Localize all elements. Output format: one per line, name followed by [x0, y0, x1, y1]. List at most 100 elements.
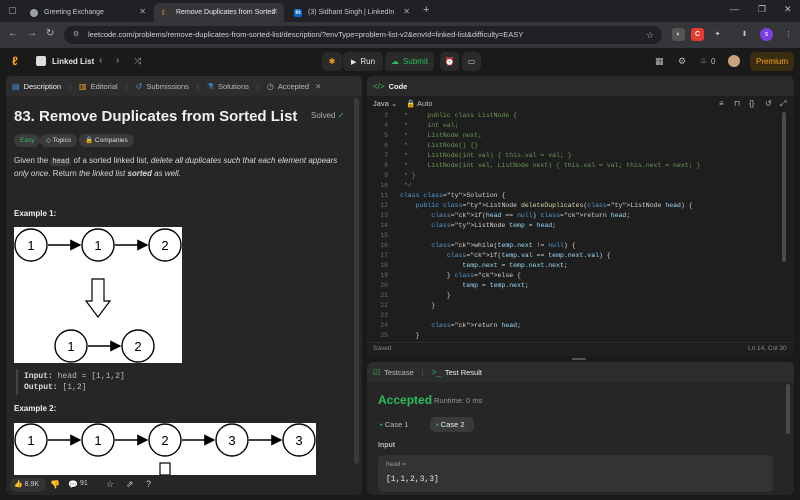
- user-avatar[interactable]: [728, 55, 740, 67]
- code-line[interactable]: 15: [370, 231, 780, 241]
- code-line[interactable]: 24 class="ck">return head;: [370, 321, 780, 331]
- tab-submissions[interactable]: ↺ Submissions: [130, 76, 195, 96]
- submit-button[interactable]: ☁ Submit: [385, 52, 434, 71]
- forward-arrow-icon[interactable]: →: [27, 28, 37, 39]
- code-line[interactable]: 3 * public class ListNode {: [370, 111, 780, 121]
- code-line[interactable]: 4 * int val;: [370, 121, 780, 131]
- solved-status: Solved ✓: [311, 111, 344, 120]
- bookmark-icon[interactable]: ⊓: [734, 99, 740, 108]
- mode-label: Auto: [417, 99, 433, 108]
- code-line[interactable]: 5 * ListNode next;: [370, 131, 780, 141]
- line-number: 20: [380, 282, 388, 289]
- extensions-puzzle-icon[interactable]: ✦: [711, 28, 724, 41]
- code-text: * ListNode() {}: [400, 142, 479, 149]
- share-icon[interactable]: ⇗: [126, 479, 134, 490]
- format-icon[interactable]: ≡: [719, 99, 724, 108]
- next-problem-icon[interactable]: ›: [116, 55, 119, 66]
- auto-mode-toggle[interactable]: 🔒 Auto: [406, 99, 432, 108]
- problem-title: 83. Remove Duplicates from Sorted List: [14, 108, 298, 125]
- maximize-button[interactable]: ❐: [758, 4, 766, 15]
- close-icon[interactable]: ✕: [271, 7, 278, 16]
- code-line[interactable]: 17 class="ck">if(temp.val == temp.next.v…: [370, 251, 780, 261]
- new-tab-button[interactable]: +: [423, 4, 429, 16]
- shuffle-icon[interactable]: ⤨: [134, 56, 141, 67]
- problem-list-title[interactable]: Linked List: [52, 57, 94, 66]
- code-line[interactable]: 25 }: [370, 331, 780, 341]
- line-number: 15: [380, 232, 388, 239]
- code-line[interactable]: 23: [370, 311, 780, 321]
- download-icon[interactable]: ⬇: [738, 28, 751, 41]
- code-line[interactable]: 11 class class="ty">Solution {: [370, 191, 780, 201]
- tab-description[interactable]: ▤ Description: [6, 76, 67, 96]
- premium-button[interactable]: Premium: [750, 52, 794, 71]
- like-button[interactable]: 👍 8.9K: [10, 478, 46, 492]
- run-button[interactable]: ▶ Run: [343, 52, 383, 71]
- tab-test-result[interactable]: >_ Test Result: [426, 362, 488, 382]
- url-input[interactable]: ⚙ leetcode.com/problems/remove-duplicate…: [64, 26, 662, 44]
- timer-button[interactable]: ⏰: [440, 52, 459, 71]
- tab-accepted[interactable]: ◷ Accepted ✕: [261, 76, 328, 96]
- code-line[interactable]: 21 }: [370, 291, 780, 301]
- notes-button[interactable]: ▭: [462, 52, 481, 71]
- difficulty-badge[interactable]: Easy: [14, 134, 41, 147]
- close-icon[interactable]: ✕: [403, 7, 410, 16]
- comments-icon[interactable]: 💬: [68, 480, 78, 489]
- code-line[interactable]: 12 public class="ty">ListNode deleteDupl…: [370, 201, 780, 211]
- help-icon[interactable]: ?: [146, 479, 151, 489]
- tab-search-icon[interactable]: ▢: [8, 5, 17, 16]
- prev-problem-icon[interactable]: ‹: [99, 55, 102, 66]
- extension-red-icon[interactable]: C: [691, 28, 704, 41]
- line-number: 6: [384, 142, 388, 149]
- back-arrow-icon[interactable]: ←: [8, 28, 18, 39]
- case-2-tab[interactable]: • Case 2: [430, 417, 474, 432]
- fullscreen-icon[interactable]: ⤢: [780, 99, 786, 109]
- result-scrollbar[interactable]: [786, 384, 790, 434]
- layout-grid-icon[interactable]: ▦: [655, 56, 664, 67]
- browser-tab-linkedin[interactable]: in (3) Sidhant Singh | LinkedIn ✕: [286, 3, 416, 22]
- code-line[interactable]: 9 * }: [370, 171, 780, 181]
- browser-tab-leetcode[interactable]: ℓ Remove Duplicates from Sorted ✕: [154, 3, 284, 22]
- site-info-icon[interactable]: ⚙: [73, 26, 79, 44]
- code-line[interactable]: 13 class="ck">if(head == null) class="ck…: [370, 211, 780, 221]
- code-line[interactable]: 18 temp.next = temp.next.next;: [370, 261, 780, 271]
- close-icon[interactable]: ✕: [139, 7, 146, 16]
- example-quote-bar: [16, 369, 18, 395]
- debug-button[interactable]: ✱: [322, 52, 342, 71]
- thumbs-down-icon[interactable]: 👎: [50, 480, 60, 489]
- browser-tab-greeting[interactable]: Greeting Exchange ✕: [22, 3, 152, 22]
- reset-icon[interactable]: ↺: [765, 99, 772, 108]
- editor-scrollbar[interactable]: [782, 112, 786, 262]
- code-line[interactable]: 7 * ListNode(int val) { this.val = val; …: [370, 151, 780, 161]
- code-line[interactable]: 19 } class="ck">else {: [370, 271, 780, 281]
- code-line[interactable]: 14 class="ty">ListNode temp = head;: [370, 221, 780, 231]
- streak-fire-icon[interactable]: ♨: [700, 56, 707, 65]
- resize-handle[interactable]: [572, 358, 586, 360]
- minimize-button[interactable]: —: [730, 4, 739, 14]
- favorite-star-icon[interactable]: ☆: [106, 479, 114, 490]
- leetcode-logo-icon[interactable]: ℓ: [12, 54, 18, 68]
- bookmark-star-icon[interactable]: ☆: [646, 26, 654, 44]
- profile-avatar[interactable]: s: [760, 28, 773, 41]
- tab-testcase[interactable]: ☑ Testcase: [367, 362, 420, 382]
- code-line[interactable]: 6 * ListNode() {}: [370, 141, 780, 151]
- description-scrollbar[interactable]: [354, 98, 359, 464]
- close-tab-icon[interactable]: ✕: [315, 82, 321, 91]
- tab-editorial[interactable]: ▥ Editorial: [73, 76, 124, 96]
- code-line[interactable]: 20 temp = temp.next;: [370, 281, 780, 291]
- more-menu-icon[interactable]: ⋮: [782, 28, 795, 41]
- reload-icon[interactable]: ↻: [46, 28, 54, 39]
- code-line[interactable]: 22 }: [370, 301, 780, 311]
- language-selector[interactable]: Java ⌄: [373, 99, 397, 108]
- topics-chip[interactable]: ◇ Topics: [40, 134, 78, 147]
- extension-icon[interactable]: ◐: [672, 28, 685, 41]
- braces-icon[interactable]: {}: [749, 99, 754, 108]
- companies-chip[interactable]: 🔒 Companies: [79, 134, 134, 147]
- settings-gear-icon[interactable]: ⚙: [678, 56, 686, 67]
- tab-solutions[interactable]: ⚗ Solutions: [201, 76, 255, 96]
- code-line[interactable]: 10 */: [370, 181, 780, 191]
- line-number: 18: [380, 262, 388, 269]
- code-line[interactable]: 16 class="ck">while(temp.next != null) {: [370, 241, 780, 251]
- case-1-tab[interactable]: • Case 1: [380, 417, 422, 432]
- window-close-button[interactable]: ✕: [784, 4, 792, 15]
- code-line[interactable]: 8 * ListNode(int val, ListNode next) { t…: [370, 161, 780, 171]
